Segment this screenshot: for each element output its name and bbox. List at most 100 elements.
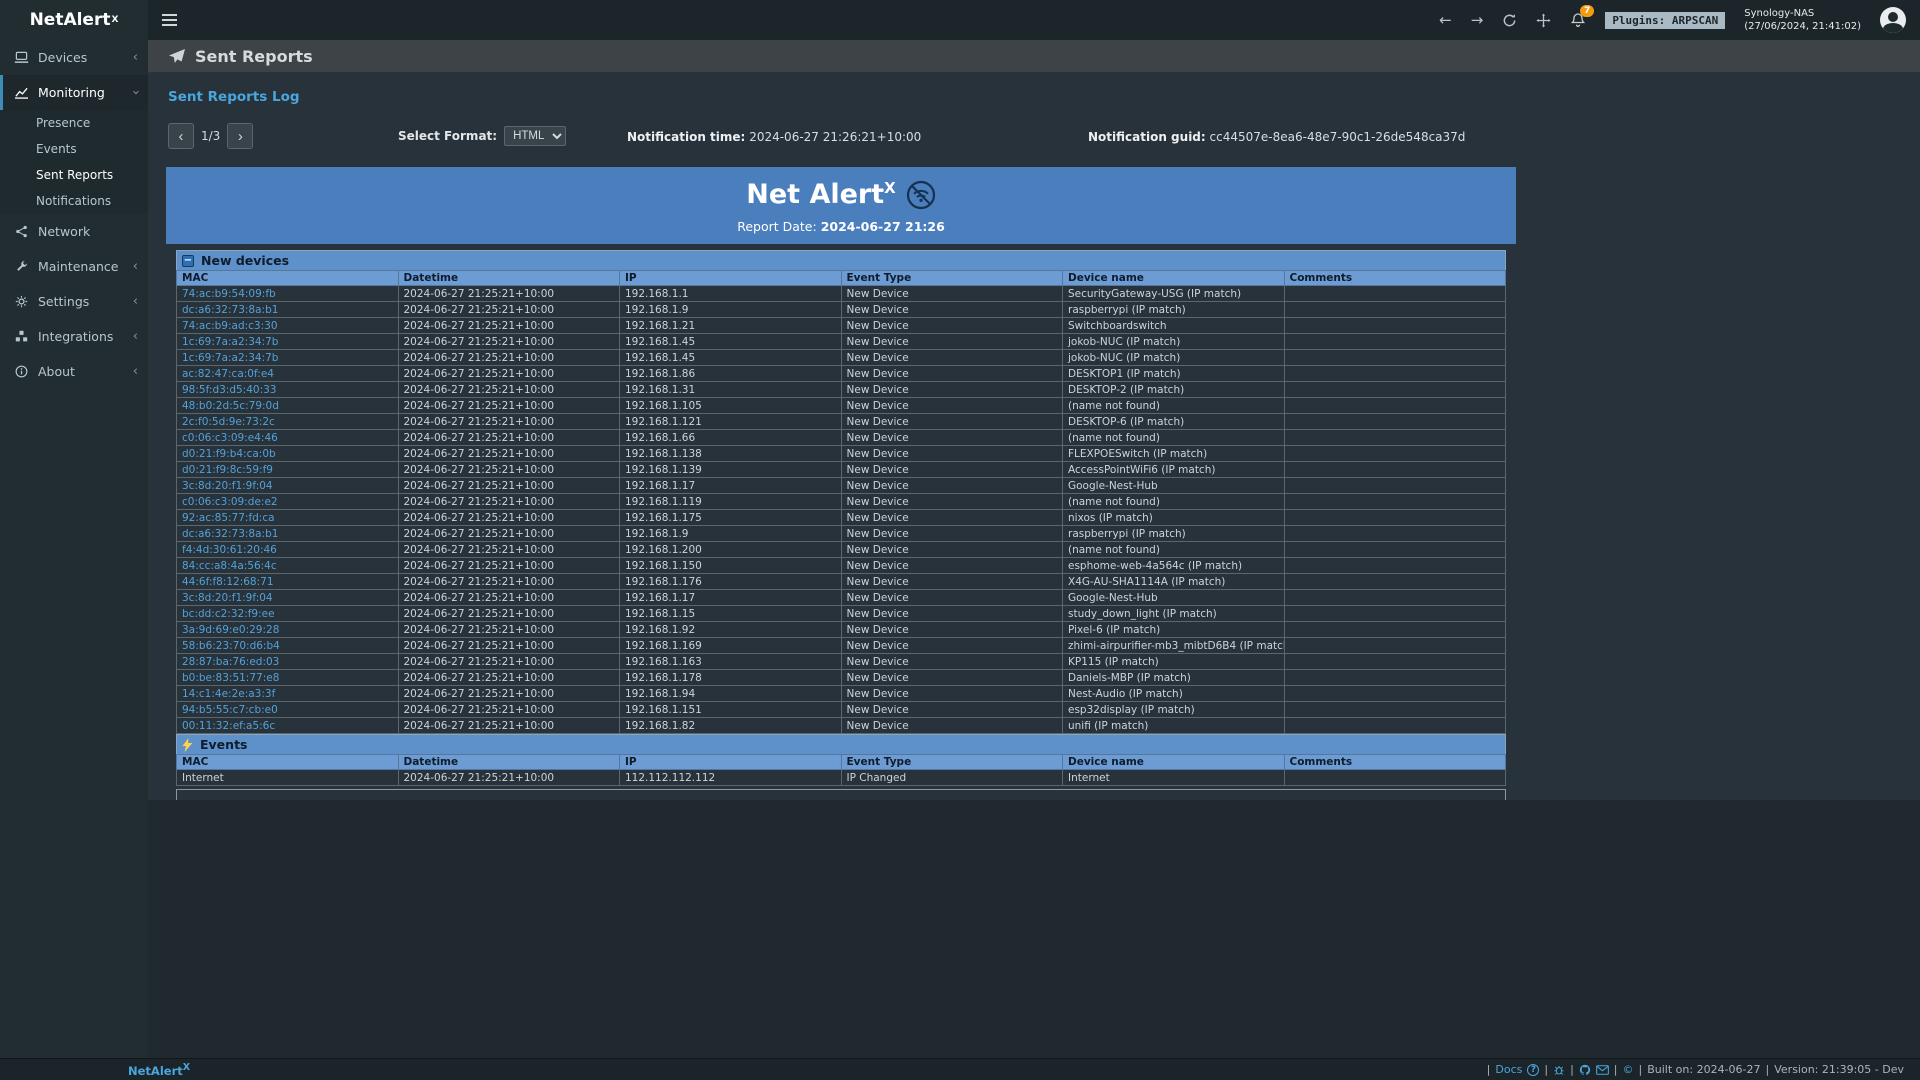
sidebar-item-devices[interactable]: Devices ‹ (0, 40, 148, 75)
mac-link[interactable]: dc:a6:32:73:8a:b1 (182, 528, 278, 540)
table-cell: FLEXPOESwitch (IP match) (1063, 446, 1285, 462)
mac-link[interactable]: d0:21:f9:b4:ca:0b (182, 448, 276, 460)
sidebar-item-presence[interactable]: Presence (0, 110, 148, 136)
mac-link[interactable]: 14:c1:4e:2e:a3:3f (182, 688, 275, 700)
table-cell: 192.168.1.1 (620, 286, 842, 302)
mac-link[interactable]: 74:ac:b9:ad:c3:30 (182, 320, 278, 332)
topbar: NetAlertX ← → 7 Plugins: ARPSCAN Synolog… (0, 0, 1920, 40)
prev-page-button[interactable]: ‹ (168, 123, 194, 149)
mac-link[interactable]: b0:be:83:51:77:e8 (182, 672, 279, 684)
docs-link[interactable]: Docs (1495, 1063, 1522, 1076)
copyright-symbol[interactable]: © (1623, 1063, 1634, 1076)
mac-link[interactable]: 92:ac:85:77:fd:ca (182, 512, 275, 524)
mac-link[interactable]: 94:b5:55:c7:cb:e0 (182, 704, 278, 716)
sidebar-item-label: Devices (38, 50, 87, 65)
table-cell: 192.168.1.139 (620, 462, 842, 478)
sidebar-item-integrations[interactable]: Integrations ‹ (0, 319, 148, 354)
mac-link[interactable]: 3a:9d:69:e0:29:28 (182, 624, 279, 636)
format-label: Select Format: (398, 129, 497, 143)
mac-link[interactable]: d0:21:f9:8c:59:f9 (182, 464, 273, 476)
table-cell: 2024-06-27 21:25:21+10:00 (398, 638, 620, 654)
mac-link[interactable]: dc:a6:32:73:8a:b1 (182, 304, 278, 316)
mac-link[interactable]: 44:6f:f8:12:68:71 (182, 576, 274, 588)
mac-link[interactable]: c0:06:c3:09:de:e2 (182, 496, 278, 508)
table-cell: 2024-06-27 21:25:21+10:00 (398, 718, 620, 734)
plugins-status[interactable]: Plugins: ARPSCAN (1605, 12, 1725, 29)
sidebar-item-monitoring[interactable]: Monitoring › (0, 75, 148, 110)
sidebar-item-label: Monitoring (38, 85, 105, 100)
mac-link[interactable]: 1c:69:7a:a2:34:7b (182, 336, 278, 348)
mail-icon[interactable] (1596, 1065, 1609, 1075)
table-cell (1284, 542, 1506, 558)
sidebar-item-network[interactable]: Network (0, 214, 148, 249)
move-icon[interactable] (1536, 13, 1551, 28)
mac-link[interactable]: 1c:69:7a:a2:34:7b (182, 352, 278, 364)
question-circle-icon[interactable]: ? (1527, 1064, 1539, 1076)
box-title: Sent Reports Log (168, 89, 1920, 105)
mac-link[interactable]: 98:5f:d3:d5:40:33 (182, 384, 276, 396)
sidebar-item-events[interactable]: Events (0, 136, 148, 162)
mac-link[interactable]: 84:cc:a8:4a:56:4c (182, 560, 277, 572)
forward-icon[interactable]: → (1471, 11, 1484, 29)
table-cell: New Device (841, 430, 1063, 446)
footer-built: Built on: 2024-06-27 (1647, 1063, 1760, 1076)
mac-link[interactable]: 00:11:32:ef:a5:6c (182, 720, 275, 732)
table-cell: 2024-06-27 21:25:21+10:00 (398, 494, 620, 510)
table-row: 00:11:32:ef:a5:6c 2024-06-27 21:25:21+10:… (177, 718, 1506, 734)
table-cell: bc:dd:c2:32:f9:ee (177, 606, 399, 622)
table-cell: 58:b6:23:70:d6:b4 (177, 638, 399, 654)
mac-link[interactable]: 3c:8d:20:f1:9f:04 (182, 592, 273, 604)
page-footer: NetAlertX | Docs ? | | | © | Built on: 2… (0, 1058, 1920, 1080)
next-page-button[interactable]: › (227, 123, 253, 149)
brand-sup: X (111, 15, 118, 25)
table-cell: DESKTOP-6 (IP match) (1063, 414, 1285, 430)
table-cell: New Device (841, 350, 1063, 366)
sidebar-item-sent-reports[interactable]: Sent Reports (0, 162, 148, 188)
table-cell: New Device (841, 590, 1063, 606)
mac-link[interactable]: 58:b6:23:70:d6:b4 (182, 640, 280, 652)
table-cell: (name not found) (1063, 430, 1285, 446)
table-cell (1284, 670, 1506, 686)
bug-report-icon[interactable] (1553, 1064, 1565, 1076)
mac-link[interactable]: 74:ac:b9:54:09:fb (182, 288, 276, 300)
sidebar-item-maintenance[interactable]: Maintenance ‹ (0, 249, 148, 284)
table-cell: 192.168.1.45 (620, 334, 842, 350)
notifications-bell[interactable]: 7 (1570, 12, 1586, 28)
sidebar-item-settings[interactable]: Settings ‹ (0, 284, 148, 319)
table-cell: 98:5f:d3:d5:40:33 (177, 382, 399, 398)
mac-link[interactable]: bc:dd:c2:32:f9:ee (182, 608, 275, 620)
mac-link[interactable]: 28:87:ba:76:ed:03 (182, 656, 279, 668)
table-cell (1284, 526, 1506, 542)
gear-icon (14, 295, 29, 308)
report-tables: − New devices MAC Datetime IP Event Type… (176, 250, 1506, 800)
mac-link[interactable]: 2c:f0:5d:9e:73:2c (182, 416, 275, 428)
refresh-icon[interactable] (1502, 13, 1517, 28)
table-cell: New Device (841, 654, 1063, 670)
format-select[interactable]: HTML (504, 126, 566, 146)
sidebar-item-about[interactable]: About ‹ (0, 354, 148, 389)
table-cell: AccessPointWiFi6 (IP match) (1063, 462, 1285, 478)
mac-link[interactable]: 3c:8d:20:f1:9f:04 (182, 480, 273, 492)
mac-link[interactable]: f4:4d:30:61:20:46 (182, 544, 277, 556)
table-cell: 2024-06-27 21:25:21+10:00 (398, 398, 620, 414)
table-cell: 2024-06-27 21:25:21+10:00 (398, 526, 620, 542)
back-icon[interactable]: ← (1439, 11, 1452, 29)
chevron-left-icon: ‹ (133, 364, 138, 379)
table-cell: esp32display (IP match) (1063, 702, 1285, 718)
table-row: ac:82:47:ca:0f:e42024-06-27 21:25:21+10:… (177, 366, 1506, 382)
user-avatar[interactable] (1880, 7, 1906, 33)
mac-link[interactable]: ac:82:47:ca:0f:e4 (182, 368, 274, 380)
table-cell: New Device (841, 462, 1063, 478)
table-cell: 2024-06-27 21:25:21+10:00 (398, 702, 620, 718)
app-logo[interactable]: NetAlertX (0, 0, 148, 40)
column-header: Datetime (398, 755, 620, 770)
table-cell: 192.168.1.138 (620, 446, 842, 462)
sidebar-item-notifications[interactable]: Notifications (0, 188, 148, 214)
github-icon[interactable] (1579, 1064, 1591, 1076)
footer-brand-link[interactable]: NetAlertX (128, 1062, 190, 1078)
mac-link[interactable]: c0:06:c3:09:e4:46 (182, 432, 278, 444)
devices-section-icon: − (182, 255, 194, 267)
table-cell (1284, 398, 1506, 414)
mac-link[interactable]: 48:b0:2d:5c:79:0d (182, 400, 279, 412)
sidebar-toggle-button[interactable] (148, 0, 190, 40)
